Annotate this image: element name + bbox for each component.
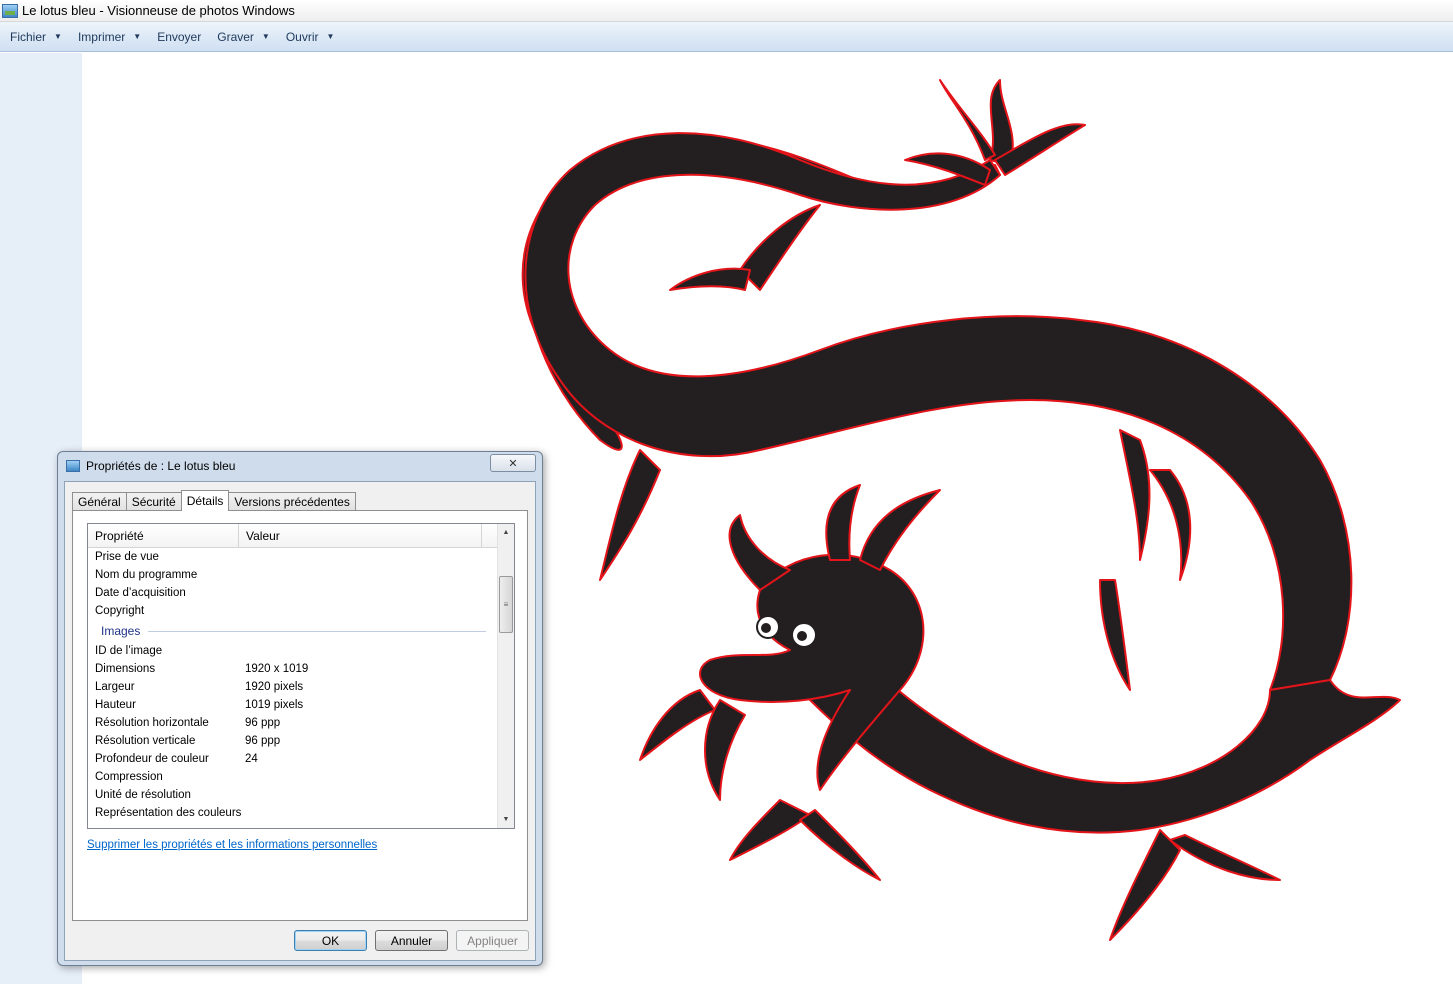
- property-name: Profondeur de couleur: [95, 753, 209, 765]
- menu-envoyer-label: Envoyer: [157, 29, 202, 44]
- property-name: Unité de résolution: [95, 789, 191, 801]
- menu-ouvrir[interactable]: Ouvrir ▼: [278, 25, 343, 49]
- list-item[interactable]: Nom du programme: [88, 566, 498, 584]
- property-name: Copyright: [95, 605, 145, 617]
- property-name: Hauteur: [95, 699, 136, 711]
- list-item[interactable]: Date d’acquisition: [88, 584, 498, 602]
- list-item[interactable]: Représentation des couleurs: [88, 804, 498, 822]
- tab-versions-precedentes[interactable]: Versions précédentes: [228, 492, 356, 511]
- scrollbar-thumb[interactable]: ≡: [499, 576, 513, 633]
- scroll-down-arrow-icon[interactable]: ▼: [498, 811, 514, 828]
- list-item[interactable]: Unité de résolution: [88, 786, 498, 804]
- properties-list[interactable]: Propriété Valeur Prise de vue Nom du pro…: [87, 523, 515, 829]
- property-name: Résolution horizontale: [95, 717, 209, 729]
- property-name: ID de l’image: [95, 645, 163, 657]
- photo-viewer-app-icon: [2, 3, 18, 18]
- dialog-buttons: OK Annuler Appliquer: [65, 930, 535, 952]
- tab-details[interactable]: Détails: [180, 490, 230, 511]
- menu-imprimer-label: Imprimer: [77, 29, 126, 44]
- list-item[interactable]: Résolution horizontale 96 ppp: [88, 714, 498, 732]
- list-item[interactable]: Hauteur 1019 pixels: [88, 696, 498, 714]
- image-file-icon: [66, 460, 80, 472]
- tab-strip: Général Sécurité Détails Versions précéd…: [72, 490, 356, 511]
- list-item[interactable]: Largeur 1920 pixels: [88, 678, 498, 696]
- dropdown-arrow-icon: ▼: [133, 32, 142, 41]
- group-label: Images: [101, 624, 141, 638]
- property-name: Date d’acquisition: [95, 587, 186, 599]
- menu-graver-label: Graver: [217, 29, 254, 44]
- property-value: 96 ppp: [245, 735, 281, 747]
- dropdown-arrow-icon: ▼: [326, 32, 335, 41]
- menu-imprimer[interactable]: Imprimer ▼: [70, 25, 149, 49]
- list-item[interactable]: Dimensions 1920 x 1019: [88, 660, 498, 678]
- dialog-titlebar[interactable]: Propriétés de : Le lotus bleu ✕: [58, 452, 542, 480]
- list-item[interactable]: Prise de vue: [88, 548, 498, 566]
- list-item[interactable]: Résolution verticale 96 ppp: [88, 732, 498, 750]
- tab-securite[interactable]: Sécurité: [125, 492, 182, 511]
- remove-properties-link[interactable]: Supprimer les propriétés et les informat…: [87, 839, 377, 851]
- close-icon: ✕: [508, 457, 518, 470]
- property-value: 1920 pixels: [245, 681, 304, 693]
- dropdown-arrow-icon: ▼: [54, 32, 62, 41]
- grip-icon: ≡: [503, 600, 509, 609]
- tab-general[interactable]: Général: [72, 492, 127, 511]
- property-value: 24: [245, 753, 258, 765]
- menu-envoyer[interactable]: Envoyer: [149, 25, 209, 49]
- list-header: Propriété Valeur: [88, 524, 498, 548]
- properties-dialog: Propriétés de : Le lotus bleu ✕ Général …: [57, 451, 543, 966]
- details-tab-panel: Propriété Valeur Prise de vue Nom du pro…: [72, 510, 528, 921]
- property-value: 96 ppp: [245, 717, 281, 729]
- property-name: Compression: [95, 771, 163, 783]
- property-name: Résolution verticale: [95, 735, 196, 747]
- menu-fichier-label: Fichier: [10, 29, 47, 44]
- menu-bar: Fichier ▼ Imprimer ▼ Envoyer Graver ▼ Ou…: [0, 22, 1453, 52]
- list-item[interactable]: Copyright: [88, 602, 498, 620]
- property-name: Nom du programme: [95, 569, 198, 581]
- ok-button[interactable]: OK: [294, 930, 367, 951]
- cancel-button[interactable]: Annuler: [375, 930, 448, 951]
- list-item[interactable]: Profondeur de couleur 24: [88, 750, 498, 768]
- list-body: Prise de vue Nom du programme Date d’acq…: [88, 548, 498, 822]
- menu-ouvrir-label: Ouvrir: [285, 29, 319, 44]
- group-header-images: Images: [88, 620, 498, 642]
- scroll-up-arrow-icon[interactable]: ▲: [498, 524, 514, 541]
- property-name: Représentation des couleurs: [95, 807, 242, 819]
- group-divider: [148, 630, 486, 632]
- menu-graver[interactable]: Graver ▼: [209, 25, 278, 49]
- menu-fichier[interactable]: Fichier ▼: [2, 25, 70, 49]
- list-item[interactable]: ID de l’image: [88, 642, 498, 660]
- property-value: 1019 pixels: [245, 699, 304, 711]
- property-name: Prise de vue: [95, 551, 159, 563]
- property-name: Dimensions: [95, 663, 156, 675]
- dialog-client-area: Général Sécurité Détails Versions précéd…: [64, 481, 536, 961]
- dialog-title: Propriétés de : Le lotus bleu: [86, 459, 236, 473]
- column-header-property[interactable]: Propriété: [88, 524, 239, 548]
- dropdown-arrow-icon: ▼: [261, 32, 270, 41]
- apply-button[interactable]: Appliquer: [456, 930, 529, 951]
- close-button[interactable]: ✕: [490, 454, 536, 472]
- window-titlebar: Le lotus bleu - Visionneuse de photos Wi…: [0, 0, 1453, 22]
- property-value: 1920 x 1019: [245, 663, 309, 675]
- list-item[interactable]: Compression: [88, 768, 498, 786]
- window-title: Le lotus bleu - Visionneuse de photos Wi…: [22, 3, 295, 18]
- vertical-scrollbar[interactable]: ▲ ≡ ▼: [497, 524, 514, 828]
- column-header-value[interactable]: Valeur: [239, 524, 482, 548]
- property-name: Largeur: [95, 681, 135, 693]
